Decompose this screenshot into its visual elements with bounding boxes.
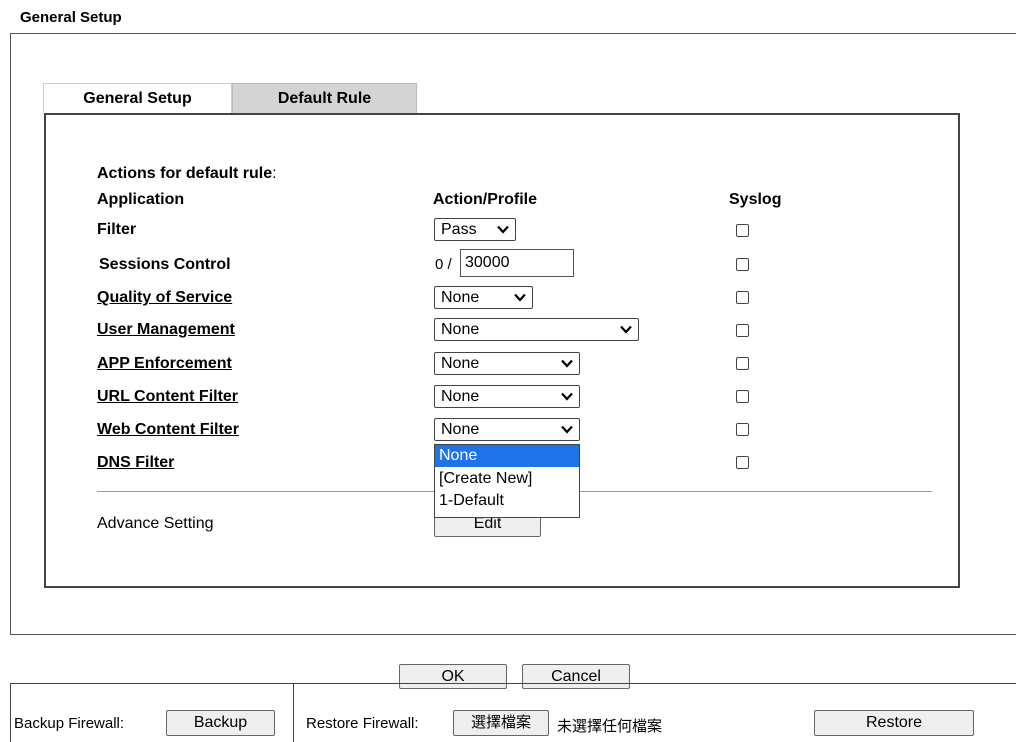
backup-firewall-label: Backup Firewall: <box>14 715 125 732</box>
sessions-control-prefix: 0 / <box>435 256 452 273</box>
url-content-filter-select[interactable]: None <box>434 385 580 408</box>
url-content-filter-link[interactable]: URL Content Filter <box>97 388 238 406</box>
tab-default-rule[interactable]: Default Rule <box>232 83 417 113</box>
web-content-filter-value: None <box>441 421 480 438</box>
backup-button[interactable]: Backup <box>166 710 275 736</box>
qos-syslog-checkbox[interactable] <box>736 291 749 304</box>
app-enforcement-link[interactable]: APP Enforcement <box>97 355 232 373</box>
chevron-down-icon <box>620 325 632 334</box>
sessions-control-input[interactable]: 30000 <box>460 249 574 277</box>
dropdown-option-1-default[interactable]: 1-Default <box>435 491 579 511</box>
user-management-select[interactable]: None <box>434 318 639 341</box>
qos-select[interactable]: None <box>434 286 533 309</box>
dns-filter-link[interactable]: DNS Filter <box>97 454 174 472</box>
column-header-application: Application <box>97 191 185 208</box>
app-enforcement-value: None <box>441 355 480 372</box>
quality-of-service-link[interactable]: Quality of Service <box>97 289 232 307</box>
filter-syslog-checkbox[interactable] <box>736 224 749 237</box>
column-header-action-profile: Action/Profile <box>433 191 538 208</box>
page-title: General Setup <box>20 9 122 26</box>
url-content-filter-syslog-checkbox[interactable] <box>736 390 749 403</box>
web-content-filter-dropdown: None [Create New] 1-Default <box>434 444 580 518</box>
sessions-control-label: Sessions Control <box>99 256 231 273</box>
choose-file-button[interactable]: 選擇檔案 <box>453 710 549 736</box>
app-enforcement-select[interactable]: None <box>434 352 580 375</box>
restore-button[interactable]: Restore <box>814 710 974 736</box>
chevron-down-icon <box>561 425 573 434</box>
advance-setting-label: Advance Setting <box>97 515 214 532</box>
user-management-link[interactable]: User Management <box>97 321 235 339</box>
web-content-filter-link[interactable]: Web Content Filter <box>97 421 239 439</box>
user-management-syslog-checkbox[interactable] <box>736 324 749 337</box>
web-content-filter-syslog-checkbox[interactable] <box>736 423 749 436</box>
tab-general-setup[interactable]: General Setup <box>43 83 232 113</box>
qos-value: None <box>441 289 480 306</box>
column-header-syslog: Syslog <box>729 191 782 208</box>
no-file-chosen-text: 未選擇任何檔案 <box>557 718 663 735</box>
dns-filter-syslog-checkbox[interactable] <box>736 456 749 469</box>
backup-restore-divider <box>293 683 294 742</box>
chevron-down-icon <box>561 359 573 368</box>
filter-label: Filter <box>97 221 137 238</box>
dropdown-option-create-new[interactable]: [Create New] <box>435 469 579 489</box>
user-management-value: None <box>441 321 480 338</box>
filter-action-value: Pass <box>441 221 477 238</box>
restore-firewall-label: Restore Firewall: <box>306 715 419 732</box>
sessions-syslog-checkbox[interactable] <box>736 258 749 271</box>
chevron-down-icon <box>561 392 573 401</box>
chevron-down-icon <box>514 293 526 302</box>
section-heading: Actions for default rule: <box>97 165 277 182</box>
chevron-down-icon <box>497 225 509 234</box>
dropdown-option-none[interactable]: None <box>435 445 579 467</box>
app-enforcement-syslog-checkbox[interactable] <box>736 357 749 370</box>
web-content-filter-select[interactable]: None <box>434 418 580 441</box>
filter-action-select[interactable]: Pass <box>434 218 516 241</box>
url-content-filter-value: None <box>441 388 480 405</box>
